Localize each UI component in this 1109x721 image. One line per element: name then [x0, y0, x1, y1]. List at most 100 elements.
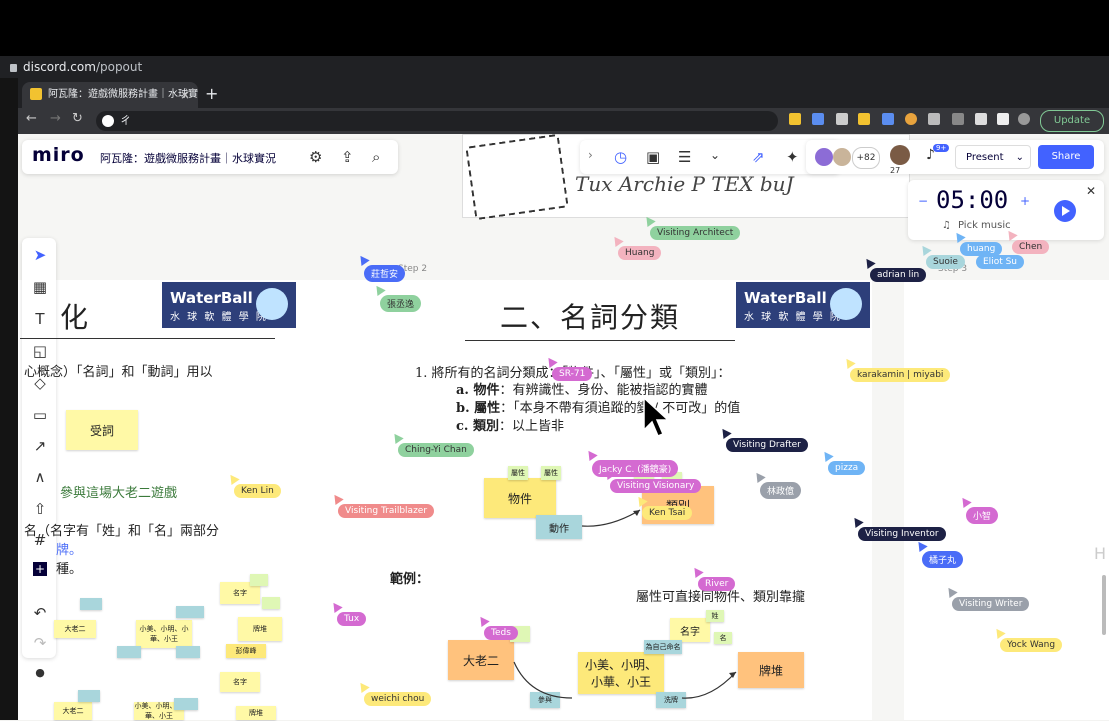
sticky-action[interactable]: 動作: [536, 515, 582, 539]
share-button[interactable]: Share: [1038, 145, 1094, 169]
browser-tab[interactable]: 阿瓦隆：遊戲微服務計畫｜水球實況 ×: [22, 82, 198, 108]
sticky-small[interactable]: 小美、小明、小華、小王: [136, 620, 192, 648]
sticky-action[interactable]: 為自己命名: [644, 640, 682, 654]
participant-avatar[interactable]: [815, 148, 833, 166]
sticky-attribute[interactable]: 屬性: [508, 466, 528, 480]
search-icon[interactable]: ⌕: [372, 148, 380, 166]
pen-icon[interactable]: ∧: [30, 468, 50, 486]
cursor-label: adrian lin: [870, 268, 927, 282]
undo-icon[interactable]: ↶: [30, 604, 50, 622]
sticky-example[interactable]: 牌堆: [738, 652, 804, 688]
miro-logo[interactable]: miro: [32, 144, 85, 166]
cursor-label: Visiting Drafter: [726, 438, 808, 452]
screen-icon[interactable]: ▣: [646, 148, 660, 166]
reaction-icon[interactable]: ✦: [786, 148, 799, 166]
extension-icon[interactable]: [882, 113, 894, 125]
sticky-tiny[interactable]: [78, 690, 100, 702]
extension-icon[interactable]: [789, 113, 801, 125]
sticky-object[interactable]: 物件: [484, 478, 556, 518]
reload-icon[interactable]: ↻: [72, 111, 83, 126]
sticky-tiny[interactable]: [250, 574, 268, 586]
profile-avatar[interactable]: [1018, 113, 1030, 125]
sticky-small[interactable]: 名字: [220, 672, 260, 692]
address-text: ㄔ: [120, 114, 131, 127]
sticky-tiny[interactable]: [262, 597, 280, 609]
cursor-follow-icon[interactable]: ⇗: [752, 148, 765, 166]
sidepanel-icon[interactable]: [997, 113, 1009, 125]
timer-plus-button[interactable]: +: [1020, 194, 1030, 208]
upload-icon[interactable]: ⇧: [30, 500, 50, 518]
sticky-example[interactable]: 名字: [670, 618, 710, 642]
text-tool-icon[interactable]: T: [30, 310, 50, 328]
sticky-note-icon[interactable]: ◱: [30, 342, 50, 360]
sticky-tiny[interactable]: [176, 646, 200, 658]
settings-icon[interactable]: ⚙: [309, 148, 322, 166]
play-icon[interactable]: [1054, 200, 1076, 222]
timer-icon[interactable]: ◷: [614, 148, 627, 166]
sticky-tiny[interactable]: [80, 598, 102, 610]
timer-value: 05:00: [936, 186, 1008, 214]
info-icon[interactable]: ●: [30, 666, 50, 679]
scrollbar[interactable]: [1102, 575, 1106, 635]
sticky-tiny[interactable]: 名: [714, 632, 732, 644]
notification-badge: 9+: [933, 144, 950, 152]
cursor-label: 橘子丸: [922, 551, 964, 568]
chevron-down-icon[interactable]: ⌄: [1016, 146, 1024, 170]
notes-icon[interactable]: ☰: [678, 148, 691, 166]
cursor-label: 小智: [966, 507, 999, 524]
presenter-avatar[interactable]: [890, 145, 910, 165]
back-icon[interactable]: ←: [26, 111, 37, 126]
sticky-small[interactable]: 大老二: [54, 702, 92, 720]
sticky-example[interactable]: 小美、小明、 小華、小王: [578, 652, 664, 694]
new-tab-button[interactable]: +: [205, 84, 218, 103]
waterball-mascot-icon: [256, 288, 288, 320]
microphone-icon[interactable]: [952, 113, 964, 125]
cursor-label: Visiting Architect: [650, 226, 741, 240]
translate-icon[interactable]: [812, 113, 824, 125]
cursor-label: 莊哲安: [364, 265, 406, 282]
comment-icon[interactable]: ▭: [30, 406, 50, 424]
sticky-tiny[interactable]: [176, 606, 204, 618]
participants-extra[interactable]: +82: [852, 147, 880, 169]
pick-music-link[interactable]: Pick music: [958, 220, 1011, 231]
extension-icon[interactable]: [905, 113, 917, 125]
present-button[interactable]: Present ⌄: [955, 145, 1031, 169]
waterball-logo-left: WaterBall 水 球 軟 體 學 院: [162, 282, 296, 328]
export-icon[interactable]: ⇪: [341, 148, 354, 166]
cursor-label: SR-71: [552, 367, 593, 381]
tab-close-icon[interactable]: ×: [180, 82, 190, 108]
extension-icon[interactable]: [836, 113, 848, 125]
update-button[interactable]: Update: [1040, 110, 1104, 132]
redo-icon[interactable]: ↷: [30, 634, 50, 652]
sticky-example[interactable]: 大老二: [448, 640, 514, 680]
sticky-tiny[interactable]: [117, 646, 141, 658]
sticky-tiny[interactable]: 姓: [706, 610, 724, 622]
puzzle-icon[interactable]: [975, 113, 987, 125]
timer-minus-button[interactable]: −: [918, 194, 928, 208]
partial-text: H: [1094, 544, 1107, 563]
chevron-down-icon[interactable]: ⌄: [710, 148, 720, 162]
sticky-small[interactable]: 大老二: [54, 620, 96, 638]
timer-minutes: 05: [936, 186, 965, 214]
close-icon[interactable]: ✕: [1086, 184, 1096, 198]
participant-avatar[interactable]: [833, 148, 851, 166]
extension-icon[interactable]: [928, 113, 940, 125]
templates-icon[interactable]: ▦: [30, 278, 50, 296]
sticky-tiny[interactable]: [174, 698, 198, 710]
cursor-label: Ken Tsai: [642, 506, 693, 520]
sticky-attribute[interactable]: 屬性: [541, 466, 561, 480]
frame-right: [904, 280, 1109, 720]
sticky-object-word[interactable]: 受詞: [66, 410, 138, 450]
address-bar[interactable]: ㄔ: [96, 111, 778, 131]
sticky-small[interactable]: 牌堆: [236, 706, 276, 720]
board-name[interactable]: 阿瓦隆：遊戲微服務計畫｜水球實況: [100, 150, 276, 166]
sticky-small[interactable]: 牌堆: [238, 617, 282, 641]
extension-icon[interactable]: [858, 113, 870, 125]
connector-icon[interactable]: ↗: [30, 437, 50, 455]
select-tool-icon[interactable]: ➤: [30, 246, 50, 264]
forward-icon[interactable]: →: [50, 111, 61, 126]
left-text-1: 心概念）「名詞」和「動詞」用以: [24, 365, 213, 380]
chevron-right-icon[interactable]: ›: [588, 148, 593, 162]
divider: [465, 340, 735, 341]
more-tools-icon[interactable]: +: [33, 562, 47, 576]
